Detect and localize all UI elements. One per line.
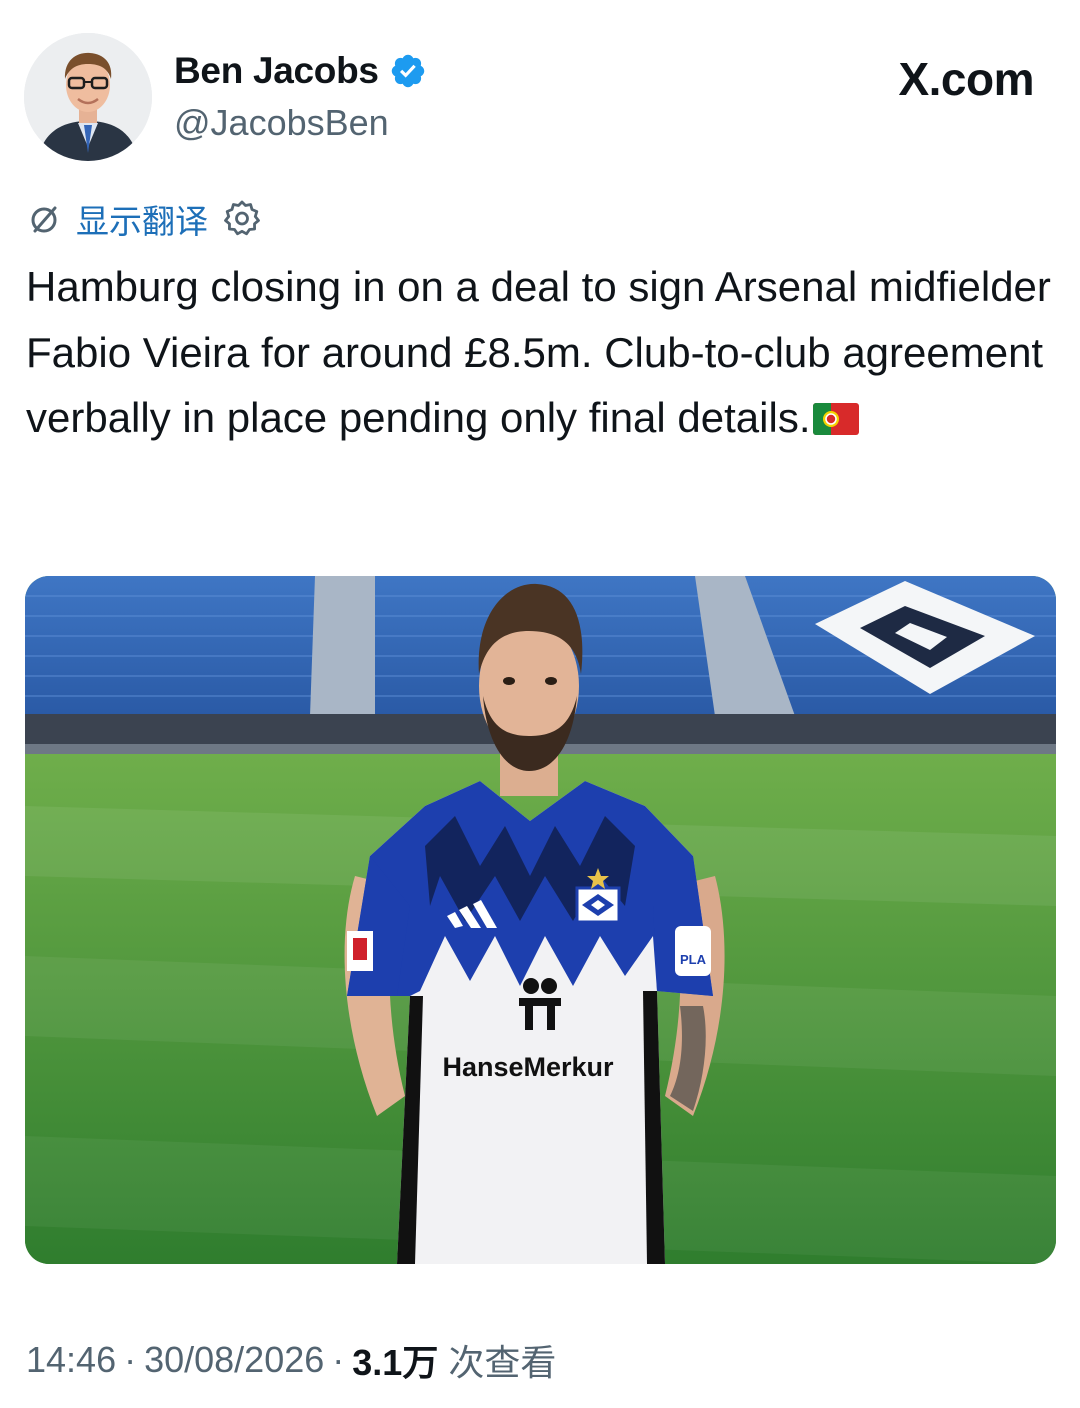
author-handle[interactable]: @JacobsBen	[174, 102, 389, 144]
translate-icon	[26, 201, 62, 237]
avatar-image	[24, 33, 152, 161]
sleeve-sponsor-text: PLA	[680, 952, 707, 967]
tweet-date[interactable]: 30/08/2026	[144, 1339, 324, 1381]
show-translation-link[interactable]: 显示翻译	[76, 195, 208, 243]
verified-badge-icon	[389, 52, 427, 90]
tweet-text: Hamburg closing in on a deal to sign Ars…	[26, 254, 1056, 451]
meta-separator: ·	[332, 1339, 345, 1380]
meta-separator: ·	[124, 1339, 137, 1380]
author-name-row[interactable]: Ben Jacobs	[174, 48, 427, 94]
portugal-flag-icon	[812, 403, 859, 435]
tweet-media-photo[interactable]: HanseMerkur PLA	[25, 576, 1056, 1264]
gear-icon[interactable]	[222, 199, 262, 239]
translate-row: 显示翻译	[26, 196, 262, 242]
brand-logo: X.com	[898, 53, 1034, 105]
author-display-name[interactable]: Ben Jacobs	[174, 50, 379, 92]
views-count: 3.1万	[352, 1342, 439, 1383]
views-label: 次查看	[448, 1342, 557, 1383]
author-avatar[interactable]	[24, 33, 152, 161]
jersey-sponsor-text: HanseMerkur	[442, 1052, 614, 1082]
tweet-time[interactable]: 14:46	[26, 1339, 116, 1381]
tweet-meta: 14:46 · 30/08/2026 · 3.1万 次查看	[26, 1336, 556, 1384]
tweet-body: Hamburg closing in on a deal to sign Ars…	[26, 263, 1051, 441]
